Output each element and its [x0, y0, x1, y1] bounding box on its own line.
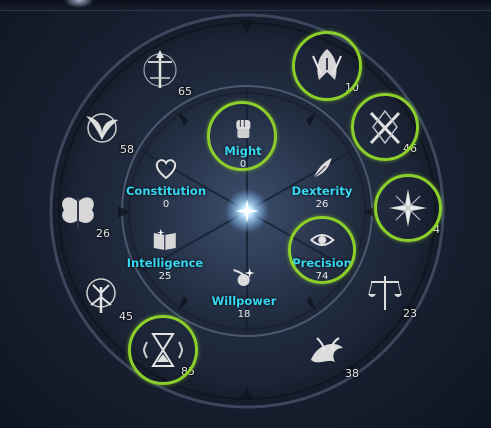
node-value: 10 — [345, 81, 359, 94]
stat-intelligence[interactable]: Intelligence 25 — [127, 226, 203, 282]
crossed-blades-emblem-icon — [369, 109, 401, 145]
stat-label: Constitution — [125, 184, 207, 198]
node-value: 23 — [403, 307, 417, 320]
butterfly-emblem-icon — [62, 197, 94, 228]
tree-emblem-icon — [86, 278, 116, 313]
bird-emblem-icon — [86, 113, 118, 143]
stat-precision[interactable]: Precision 74 — [292, 226, 352, 282]
stat-dexterity[interactable]: Dexterity 26 — [291, 154, 353, 210]
node-bird[interactable]: 58 — [72, 98, 134, 158]
node-hourglass[interactable]: 85 — [133, 320, 195, 380]
node-tree[interactable]: 45 — [71, 265, 133, 325]
node-value: 46 — [403, 142, 417, 155]
node-value: 26 — [96, 227, 110, 240]
stat-value: 0 — [239, 159, 247, 170]
stat-label: Might — [224, 144, 262, 158]
fist-icon — [236, 120, 250, 138]
stat-label: Intelligence — [126, 256, 204, 270]
node-value: 38 — [345, 367, 359, 380]
node-value: 65 — [178, 85, 192, 98]
stat-label: Willpower — [211, 294, 277, 308]
stat-value: 18 — [237, 309, 251, 320]
spear-emblem-icon — [143, 50, 177, 88]
node-value: 4 — [433, 223, 440, 236]
book-icon — [154, 229, 176, 250]
node-spear[interactable]: 65 — [130, 40, 192, 100]
node-scales[interactable]: 23 — [355, 262, 417, 322]
stat-value: 25 — [158, 271, 172, 282]
hourglass-emblem-icon — [143, 333, 183, 367]
eye-icon — [309, 234, 335, 246]
node-value: 45 — [119, 310, 133, 323]
node-star[interactable]: 4 — [378, 178, 440, 238]
node-claw[interactable]: 10 — [297, 36, 359, 96]
stat-label: Precision — [292, 256, 352, 270]
node-value: 85 — [181, 365, 195, 378]
stat-value: 0 — [162, 199, 170, 210]
claw-emblem-icon — [312, 49, 342, 80]
stat-constitution[interactable]: Constitution 0 — [126, 154, 206, 210]
stat-value: 74 — [315, 271, 329, 282]
node-crossed-blades[interactable]: 46 — [355, 97, 417, 157]
stat-willpower[interactable]: Willpower 18 — [211, 264, 277, 320]
comet-icon — [233, 268, 255, 286]
node-dragon[interactable]: 38 — [297, 322, 359, 382]
stat-value: 26 — [315, 199, 329, 210]
node-butterfly[interactable]: 26 — [48, 182, 110, 242]
dragon-emblem-icon — [311, 337, 343, 363]
star-emblem-icon — [389, 189, 427, 227]
feather-icon — [313, 158, 332, 179]
heart-icon — [155, 159, 177, 180]
scales-emblem-icon — [368, 276, 402, 310]
stat-might[interactable]: Might 0 — [224, 114, 262, 170]
stat-label: Dexterity — [291, 184, 353, 198]
